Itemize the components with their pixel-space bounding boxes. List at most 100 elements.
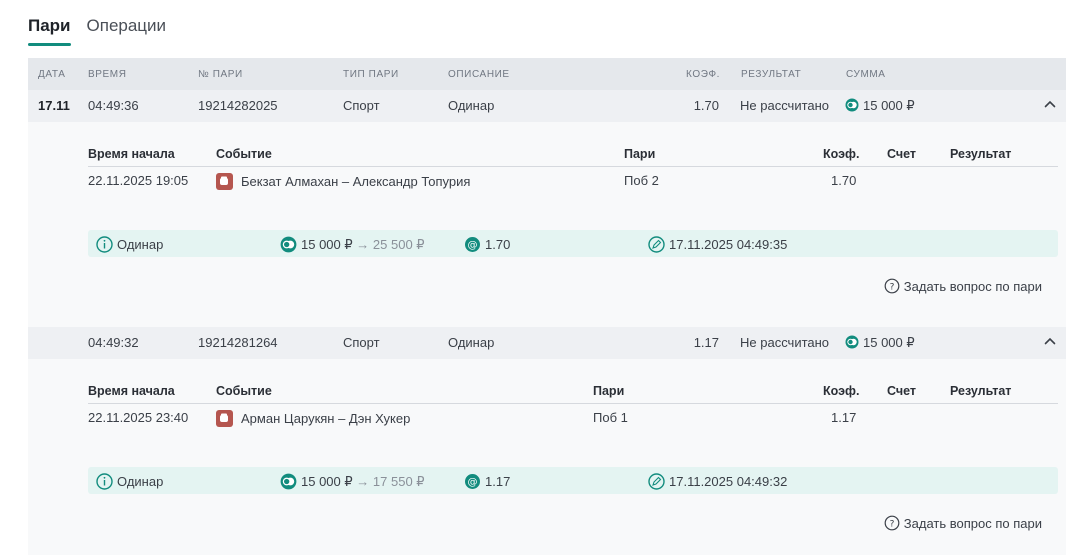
detail-header-coef: Коэф. [823, 384, 860, 398]
ask-question-link[interactable]: ? Задать вопрос по пари [884, 515, 1042, 531]
bet-number: 19214282025 [198, 98, 278, 113]
coef-icon: @ [465, 474, 480, 489]
bets-panel: ДАТА ВРЕМЯ № ПАРИ ТИП ПАРИ ОПИСАНИЕ КОЭФ… [28, 58, 1066, 555]
bet-time: 04:49:36 [88, 98, 139, 113]
header-type: ТИП ПАРИ [343, 69, 399, 80]
coef-icon: @ [465, 237, 480, 252]
summary-stake: 15 000 ₽ → 17 550 ₽ [280, 473, 425, 490]
question-icon: ? [884, 515, 900, 531]
table-header: ДАТА ВРЕМЯ № ПАРИ ТИП ПАРИ ОПИСАНИЕ КОЭФ… [28, 58, 1066, 90]
summary-coef-value: 1.70 [485, 237, 511, 252]
header-date: ДАТА [38, 69, 66, 80]
header-description: ОПИСАНИЕ [448, 69, 510, 80]
summary-payout: 25 500 ₽ [372, 236, 425, 252]
chevron-up-icon[interactable] [1042, 333, 1058, 349]
summary-kind: Одинар [96, 236, 163, 253]
detail-coef: 1.70 [831, 173, 857, 188]
bet-row[interactable]: 17.11 04:49:36 19214282025 Спорт Одинар … [28, 90, 1066, 122]
detail-pick: Поб 2 [624, 173, 659, 188]
detail-event-cell: Бекзат Алмахан – Александр Топурия [216, 173, 470, 190]
bet-row[interactable]: 04:49:32 19214281264 Спорт Одинар 1.17 Н… [28, 327, 1066, 359]
detail-header-coef: Коэф. [823, 147, 860, 161]
bet-date: 17.11 [38, 98, 70, 113]
ask-question-label: Задать вопрос по пари [903, 278, 1042, 294]
pen-icon [648, 473, 665, 490]
detail-header-bets: Пари [624, 147, 656, 161]
detail-header-event: Событие [216, 147, 272, 161]
question-icon: ? [884, 278, 900, 294]
header-result: РЕЗУЛЬТАТ [741, 69, 802, 80]
bet-type: Спорт [343, 335, 380, 350]
bet-amount-cell: 15 000 ₽ [845, 335, 915, 351]
info-icon [96, 236, 113, 253]
detail-start-time: 22.11.2025 19:05 [88, 173, 189, 188]
detail-header-bets: Пари [593, 384, 625, 398]
bet-type: Спорт [343, 98, 380, 113]
bet-number: 19214281264 [198, 335, 278, 350]
summary-placed: 17.11.2025 04:49:35 [648, 236, 787, 253]
detail-coef: 1.17 [831, 410, 857, 425]
divider [88, 403, 1058, 404]
bet-amount: 15 000 ₽ [863, 98, 915, 113]
summary-kind: Одинар [96, 473, 163, 490]
summary-coef-value: 1.17 [485, 474, 511, 489]
bet-summary-bar: Одинар 15 000 ₽ → 25 500 ₽ @1.70 17.11.2… [88, 230, 1058, 257]
detail-start-time: 22.11.2025 23:40 [88, 410, 189, 425]
divider [88, 166, 1058, 167]
detail-header-start: Время начала [88, 384, 175, 398]
ask-question-link[interactable]: ? Задать вопрос по пари [884, 278, 1042, 294]
coins-icon [845, 335, 859, 349]
summary-stake-value: 15 000 ₽ [301, 236, 353, 252]
bet-coef: 1.17 [693, 335, 719, 350]
bet-result: Не рассчитано [740, 335, 830, 350]
bets-tabs: Пари Операции [28, 16, 166, 46]
summary-placed-value: 17.11.2025 04:49:35 [669, 237, 788, 252]
summary-kind-label: Одинар [117, 237, 164, 252]
summary-stake: 15 000 ₽ → 25 500 ₽ [280, 236, 425, 253]
summary-placed-value: 17.11.2025 04:49:32 [669, 474, 788, 489]
pen-icon [648, 236, 665, 253]
summary-coef: @1.17 [464, 473, 510, 490]
summary-stake-value: 15 000 ₽ [301, 473, 353, 489]
detail-pick: Поб 1 [593, 410, 628, 425]
detail-header-result: Результат [950, 147, 1012, 161]
info-icon [96, 473, 113, 490]
detail-event: Бекзат Алмахан – Александр Топурия [241, 174, 471, 189]
detail-header-start: Время начала [88, 147, 175, 161]
tab-operations[interactable]: Операции [87, 16, 167, 46]
detail-header-score: Счет [887, 384, 917, 398]
bet-amount-cell: 15 000 ₽ [845, 98, 915, 114]
svg-text:?: ? [889, 282, 894, 292]
coins-icon [280, 473, 297, 490]
detail-header-result: Результат [950, 384, 1012, 398]
detail-event-cell: Арман Царукян – Дэн Хукер [216, 410, 410, 427]
coins-icon [280, 236, 297, 253]
svg-text:@: @ [468, 240, 478, 251]
mma-icon [216, 173, 233, 190]
header-number: № ПАРИ [198, 69, 243, 80]
summary-arrow: → [356, 237, 370, 252]
summary-coef: @1.70 [464, 236, 510, 253]
detail-event: Арман Царукян – Дэн Хукер [241, 411, 411, 426]
tab-bets[interactable]: Пари [28, 16, 71, 46]
chevron-up-icon[interactable] [1042, 96, 1058, 112]
bet-description: Одинар [448, 98, 495, 113]
bet-summary-bar: Одинар 15 000 ₽ → 17 550 ₽ @1.17 17.11.2… [88, 467, 1058, 494]
summary-placed: 17.11.2025 04:49:32 [648, 473, 787, 490]
header-amount: СУММА [846, 69, 886, 80]
detail-header-score: Счет [887, 147, 917, 161]
bet-result: Не рассчитано [740, 98, 830, 113]
detail-header-event: Событие [216, 384, 272, 398]
svg-text:@: @ [468, 477, 478, 488]
summary-payout: 17 550 ₽ [372, 473, 425, 489]
header-coef: КОЭФ. [686, 69, 721, 80]
ask-question-label: Задать вопрос по пари [903, 515, 1042, 531]
header-time: ВРЕМЯ [88, 69, 127, 80]
bet-time: 04:49:32 [88, 335, 139, 350]
mma-icon [216, 410, 233, 427]
summary-kind-label: Одинар [117, 474, 164, 489]
bet-description: Одинар [448, 335, 495, 350]
bet-coef: 1.70 [693, 98, 719, 113]
summary-arrow: → [356, 474, 370, 489]
coins-icon [845, 98, 859, 112]
